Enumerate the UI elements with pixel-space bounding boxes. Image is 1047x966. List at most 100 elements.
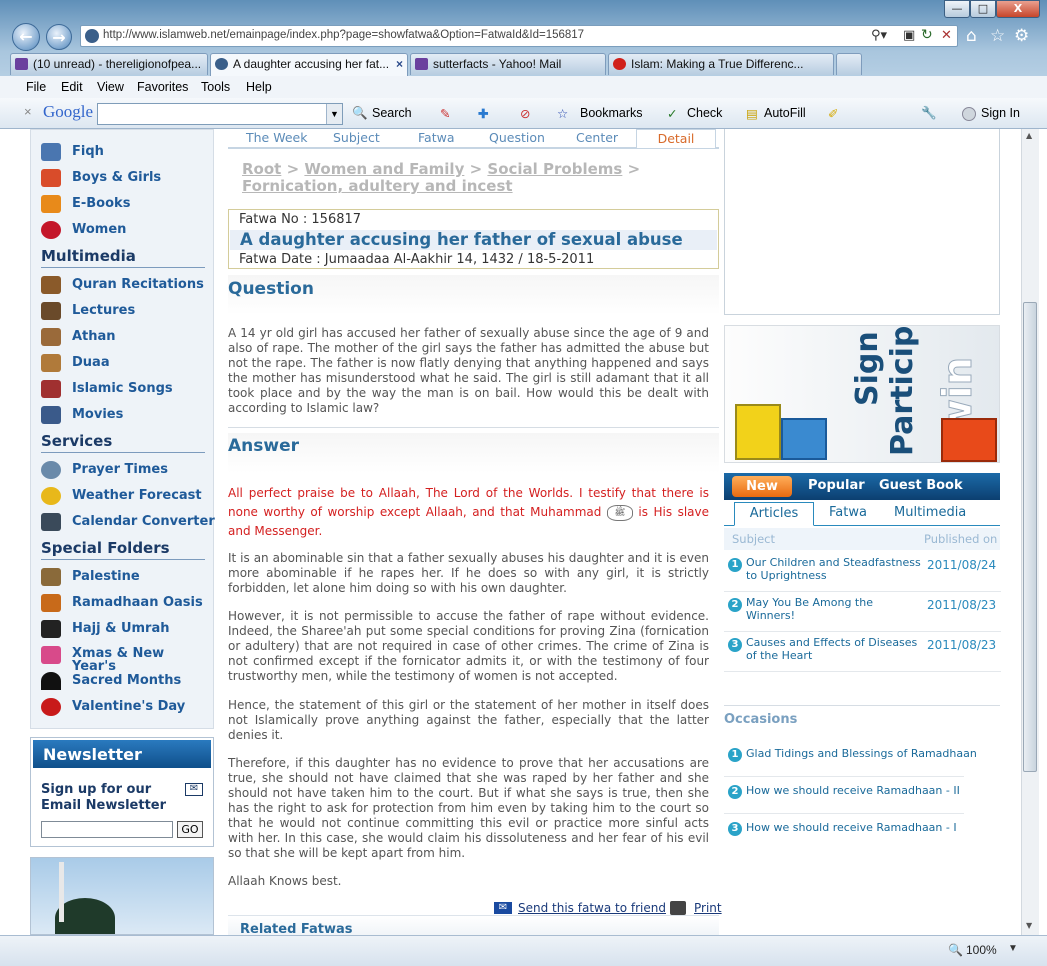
scroll-down-arrow-icon[interactable]: ▼ xyxy=(1026,921,1032,930)
newsletter-title: Newsletter xyxy=(33,740,211,768)
zoom-dropdown-icon[interactable]: ▼ xyxy=(1008,943,1018,954)
article-title[interactable]: Causes and Effects of Diseases of the He… xyxy=(746,636,926,662)
islamweb-icon xyxy=(215,58,228,70)
send-to-friend-link[interactable]: Send this fatwa to friend xyxy=(518,901,666,915)
kids-icon xyxy=(41,169,61,187)
number-badge: 1 xyxy=(728,558,742,572)
autofill-button[interactable]: AutoFill xyxy=(764,106,806,120)
menu-help[interactable]: Help xyxy=(246,80,272,94)
close-toolbar-icon[interactable]: × xyxy=(24,104,32,119)
tab-subject[interactable]: Subject xyxy=(333,130,380,145)
occasion-row[interactable]: 3 How we should receive Ramadhaan - I xyxy=(724,817,964,851)
sidebar-item-label: Women xyxy=(72,222,127,237)
tab-bar: (10 unread) - thereligionofpea... A daug… xyxy=(0,52,1047,76)
occasions-heading: Occasions xyxy=(724,712,798,727)
site-favicon-icon xyxy=(85,29,99,43)
tab-center[interactable]: Center xyxy=(576,130,618,145)
breadcrumb-women-family[interactable]: Women and Family xyxy=(304,160,464,178)
tab-popular[interactable]: Popular xyxy=(808,478,865,493)
answer-paragraph-1: It is an abominable sin that a father se… xyxy=(228,551,709,595)
tab-islam[interactable]: Islam: Making a True Differenc... xyxy=(608,53,834,75)
sidebar-item-label: Sacred Months xyxy=(72,673,182,688)
menu-tools[interactable]: Tools xyxy=(201,80,230,94)
newsletter-go-button[interactable]: GO xyxy=(177,821,203,838)
occasion-title[interactable]: How we should receive Ramadhaan - I xyxy=(746,821,957,834)
gift-box-icon xyxy=(941,418,997,462)
tab-detail[interactable]: Detail xyxy=(636,129,716,148)
article-row[interactable]: 2 May You Be Among the Winners! 2011/08/… xyxy=(724,592,1001,632)
article-title[interactable]: Our Children and Steadfastness to Uprigh… xyxy=(746,556,926,582)
article-title[interactable]: May You Be Among the Winners! xyxy=(746,596,896,622)
close-window-button[interactable]: X xyxy=(996,0,1040,18)
fatwa-header-box: Fatwa No : 156817 A daughter accusing he… xyxy=(228,209,719,269)
yahoo-icon xyxy=(415,58,428,70)
tab-fatwa[interactable]: A daughter accusing her fat... × xyxy=(210,53,408,76)
google-search-input[interactable]: ▼ xyxy=(97,103,343,125)
subtab-articles[interactable]: Articles xyxy=(734,502,814,526)
menu-edit[interactable]: Edit xyxy=(61,80,83,94)
occasion-row[interactable]: 1 Glad Tidings and Blessings of Ramadhaa… xyxy=(724,743,977,777)
tab-guest-book[interactable]: Guest Book xyxy=(879,478,963,493)
check-button[interactable]: Check xyxy=(687,106,722,120)
address-text[interactable]: http://www.islamweb.net/emainpage/index.… xyxy=(103,29,584,41)
banner-participate-text: Participate xyxy=(885,325,920,456)
tab-the-week[interactable]: The Week xyxy=(246,130,307,145)
number-badge: 2 xyxy=(728,598,742,612)
sidebar-item-label: Calendar Converter xyxy=(72,514,215,529)
minimize-button[interactable]: — xyxy=(944,0,970,18)
subtab-multimedia[interactable]: Multimedia xyxy=(894,505,966,520)
home-icon[interactable]: ⌂ xyxy=(966,26,977,46)
subtab-fatwa[interactable]: Fatwa xyxy=(829,505,867,520)
popup-blocker-icon[interactable]: ⊘ xyxy=(520,106,530,121)
menu-favorites[interactable]: Favorites xyxy=(137,80,188,94)
signup-banner[interactable]: Sign up Participate win xyxy=(724,325,1000,463)
article-row[interactable]: 3 Causes and Effects of Diseases of the … xyxy=(724,632,1001,672)
highlight-icon[interactable]: ✐ xyxy=(828,106,838,121)
tab-new[interactable]: New xyxy=(732,476,792,497)
special-folders-heading: Special Folders xyxy=(41,539,205,560)
occasion-row[interactable]: 2 How we should receive Ramadhaan - II xyxy=(724,780,964,814)
scroll-up-arrow-icon[interactable]: ▲ xyxy=(1026,131,1032,140)
wrench-icon[interactable]: 🔧 xyxy=(921,106,937,121)
film-camera-icon xyxy=(41,406,61,424)
gift-box-icon xyxy=(735,404,781,460)
newsletter-email-input[interactable] xyxy=(41,821,173,838)
breadcrumb-root[interactable]: Root xyxy=(242,160,281,178)
new-tab-button[interactable] xyxy=(836,53,862,75)
share-icon[interactable]: ✎ xyxy=(440,106,450,121)
email-envelope-icon: ✉ xyxy=(494,902,512,914)
compat-view-icon[interactable]: ▣ xyxy=(903,28,915,43)
tab-question[interactable]: Question xyxy=(489,130,545,145)
menu-view[interactable]: View xyxy=(97,80,124,94)
back-button[interactable]: ← xyxy=(12,23,40,51)
forward-button[interactable]: → xyxy=(46,24,72,50)
print-link[interactable]: Print xyxy=(694,901,722,915)
zoom-level[interactable]: 100% xyxy=(966,943,997,957)
page-content: Fiqh Boys & Girls E-Books Women Multimed… xyxy=(0,129,1021,935)
menu-file[interactable]: File xyxy=(26,80,46,94)
sign-in-button[interactable]: Sign In xyxy=(981,106,1020,120)
favorites-star-icon[interactable]: ☆ xyxy=(990,26,1005,46)
scrollbar-thumb[interactable] xyxy=(1023,302,1037,772)
refresh-icon[interactable]: ↻ xyxy=(921,27,933,43)
maximize-button[interactable]: □ xyxy=(970,0,996,18)
bookmarks-button[interactable]: Bookmarks xyxy=(580,106,643,120)
occasion-title[interactable]: Glad Tidings and Blessings of Ramadhaan xyxy=(746,747,977,760)
breadcrumb-fornication[interactable]: Fornication, adultery and incest xyxy=(242,177,513,195)
stop-icon[interactable]: ✕ xyxy=(941,28,952,43)
close-tab-icon[interactable]: × xyxy=(396,54,403,74)
tab-yahoo-mail[interactable]: sutterfacts - Yahoo! Mail xyxy=(410,53,606,75)
tab-gmail[interactable]: (10 unread) - thereligionofpea... xyxy=(10,53,208,75)
tools-gear-icon[interactable]: ⚙ xyxy=(1014,26,1029,46)
duaa-icon xyxy=(41,354,61,372)
tab-fatwa[interactable]: Fatwa xyxy=(418,130,455,145)
article-row[interactable]: 1 Our Children and Steadfastness to Upri… xyxy=(724,552,1001,592)
search-button[interactable]: Search xyxy=(372,106,412,120)
plus-icon[interactable]: ✚ xyxy=(478,106,488,121)
occasion-title[interactable]: How we should receive Ramadhaan - II xyxy=(746,784,960,797)
fatwa-column: The Week Subject Fatwa Question Center D… xyxy=(228,129,722,935)
search-dropdown-icon[interactable]: ⚲▾ xyxy=(871,28,887,43)
dropdown-arrow-icon[interactable]: ▼ xyxy=(326,104,342,124)
breadcrumb-social-problems[interactable]: Social Problems xyxy=(487,160,622,178)
address-bar[interactable]: http://www.islamweb.net/emainpage/index.… xyxy=(80,25,958,47)
